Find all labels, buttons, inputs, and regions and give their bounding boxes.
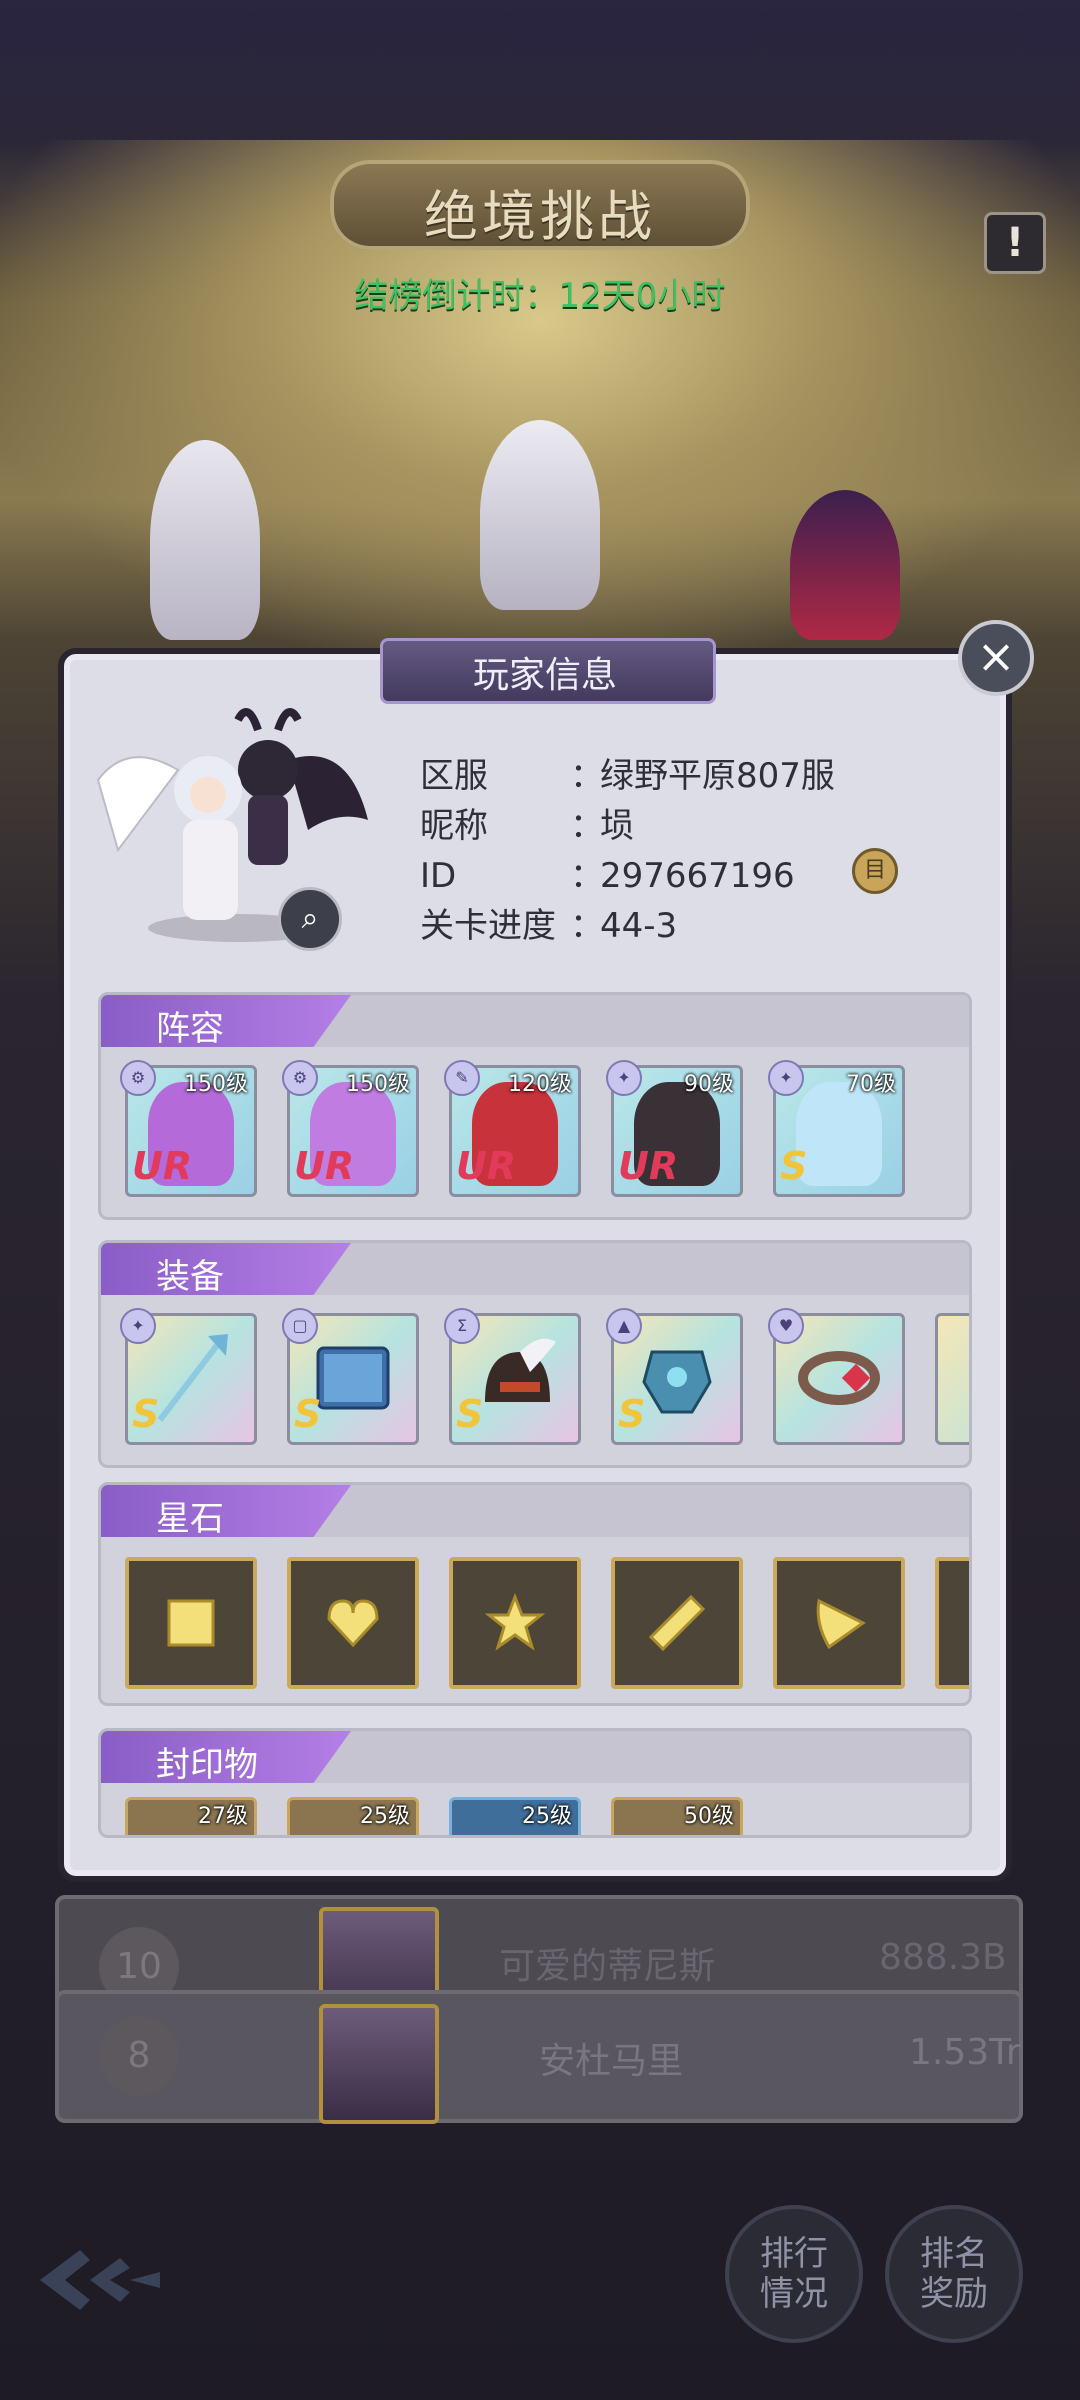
hero-level: 70级: [846, 1072, 896, 1097]
info-label: 关卡进度: [420, 906, 556, 946]
stone-slot[interactable]: [611, 1557, 743, 1689]
section-title: 装备: [156, 1257, 224, 1297]
seals-section: 封印物 27级 25级 25级 50级: [98, 1728, 972, 1838]
info-label: ID: [420, 856, 457, 896]
hero-level: 150级: [346, 1072, 410, 1097]
heart-gem-icon: [327, 1599, 379, 1648]
close-icon[interactable]: ×: [958, 620, 1034, 696]
info-label: 区服: [420, 756, 488, 796]
section-tab: [101, 1485, 351, 1537]
top-hero-right[interactable]: [790, 490, 900, 640]
rank-number: 8: [99, 2016, 179, 2096]
class-icon: ✦: [768, 1060, 804, 1096]
info-button[interactable]: !: [984, 212, 1046, 274]
popup-title: 玩家信息: [472, 655, 617, 696]
class-icon: ⚙: [120, 1060, 156, 1096]
rank-avatar: [319, 2004, 439, 2124]
ranking-status-button[interactable]: 排行 情况: [725, 2205, 863, 2343]
rank-player-name: 可爱的蒂尼斯: [499, 1946, 716, 1987]
class-icon: ✎: [444, 1060, 480, 1096]
stones-section: 星石: [98, 1482, 972, 1706]
info-id: ID ：297667196: [420, 856, 795, 896]
back-arrow-icon[interactable]: [30, 2240, 170, 2320]
hero-grade: UR: [456, 1144, 517, 1188]
section-title: 阵容: [156, 1009, 224, 1049]
seal-card[interactable]: 25级: [287, 1797, 419, 1835]
equipment-card-partial[interactable]: [935, 1313, 969, 1445]
stone-slot-partial[interactable]: [935, 1557, 969, 1689]
hero-grade: UR: [294, 1144, 355, 1188]
equipment-card[interactable]: Σ S: [444, 1308, 581, 1445]
square-gem-icon: [167, 1599, 215, 1647]
equipment-grade: S: [132, 1392, 160, 1436]
helmet-icon: [485, 1338, 556, 1402]
hero-card[interactable]: ⚙ 150级 UR: [282, 1060, 419, 1197]
rank-score: 1.53Tr: [909, 2032, 1021, 2073]
ranking-status-label: 排行 情况: [760, 2234, 828, 2314]
info-value: 297667196: [600, 856, 795, 896]
hero-card[interactable]: ✦ 70级 S: [768, 1060, 905, 1197]
event-title: 绝境挑战: [424, 185, 656, 248]
equipment-grade: S: [456, 1392, 484, 1436]
search-icon[interactable]: ⌕: [278, 887, 342, 951]
hero-level: 150级: [184, 1072, 248, 1097]
countdown-text: 结榜倒计时：12天0小时: [354, 276, 726, 316]
top-hero-center[interactable]: [480, 420, 600, 610]
section-tab: [101, 995, 351, 1047]
ranking-row[interactable]: 8 安杜马里 1.53Tr: [55, 1990, 1023, 2124]
class-icon: ⚙: [282, 1060, 318, 1096]
top-hero-left[interactable]: [150, 440, 260, 640]
hero-card[interactable]: ⚙ 150级 UR: [120, 1060, 257, 1197]
seal-card[interactable]: 27级: [125, 1797, 257, 1835]
seal-level: 25级: [360, 1804, 410, 1829]
trident-icon: [157, 1334, 228, 1422]
section-title: 封印物: [156, 1745, 258, 1785]
hero-grade: S: [780, 1144, 808, 1188]
equipment-card[interactable]: ♥: [768, 1308, 905, 1445]
book-icon: [316, 1346, 390, 1410]
seal-level: 25级: [522, 1804, 572, 1829]
section-title: 星石: [156, 1499, 224, 1539]
stone-slot[interactable]: [287, 1557, 419, 1689]
hero-card[interactable]: ✎ 120级 UR: [444, 1060, 581, 1197]
diamond-gem-icon: [648, 1594, 706, 1652]
triangle-gem-icon: [816, 1598, 866, 1650]
equipment-grade: S: [618, 1392, 646, 1436]
info-progress: 关卡进度 ：44-3: [420, 898, 677, 947]
hero-level: 90级: [684, 1072, 734, 1097]
info-value: 埙: [600, 806, 634, 846]
rank-score: 888.3B: [879, 1937, 1007, 1978]
armor-icon: [642, 1350, 712, 1414]
stone-slot[interactable]: [449, 1557, 581, 1689]
info-nickname: 昵称 ：埙: [420, 798, 634, 847]
ranking-reward-label: 排名 奖励: [920, 2234, 988, 2314]
equipment-grade: S: [294, 1392, 322, 1436]
info-value: 绿野平原807服: [600, 756, 835, 796]
seal-level: 50级: [684, 1804, 734, 1829]
ranking-reward-button[interactable]: 排名 奖励: [885, 2205, 1023, 2343]
seal-card[interactable]: 50级: [611, 1797, 743, 1835]
stone-slot[interactable]: [773, 1557, 905, 1689]
section-tab: [101, 1243, 351, 1295]
info-label: 昵称: [420, 806, 488, 846]
stone-slot[interactable]: [125, 1557, 257, 1689]
lineup-section: 阵容 ⚙ 150级 UR ⚙ 150级 UR ✎ 120级 UR ✦ 90级 U…: [98, 992, 972, 1220]
equipment-section: 装备 ✦ S ▢ S Σ S ▲ S ♥: [98, 1240, 972, 1468]
seal-card[interactable]: 25级: [449, 1797, 581, 1835]
hero-level: 120级: [508, 1072, 572, 1097]
seal-level: 27级: [198, 1804, 248, 1829]
rank-player-name: 安杜马里: [539, 2041, 684, 2082]
equipment-card[interactable]: ✦ S: [120, 1308, 257, 1445]
hero-card[interactable]: ✦ 90级 UR: [606, 1060, 743, 1197]
equipment-card[interactable]: ▢ S: [282, 1308, 419, 1445]
equipment-card[interactable]: ▲ S: [606, 1308, 743, 1445]
copy-id-icon[interactable]: 目: [852, 848, 898, 894]
class-icon: ✦: [606, 1060, 642, 1096]
info-value: 44-3: [600, 906, 678, 946]
hero-grade: UR: [132, 1144, 193, 1188]
info-server: 区服 ：绿野平原807服: [420, 748, 835, 797]
bracelet-icon: [798, 1351, 880, 1405]
hero-grade: UR: [618, 1144, 679, 1188]
star-gem-icon: [485, 1593, 545, 1651]
